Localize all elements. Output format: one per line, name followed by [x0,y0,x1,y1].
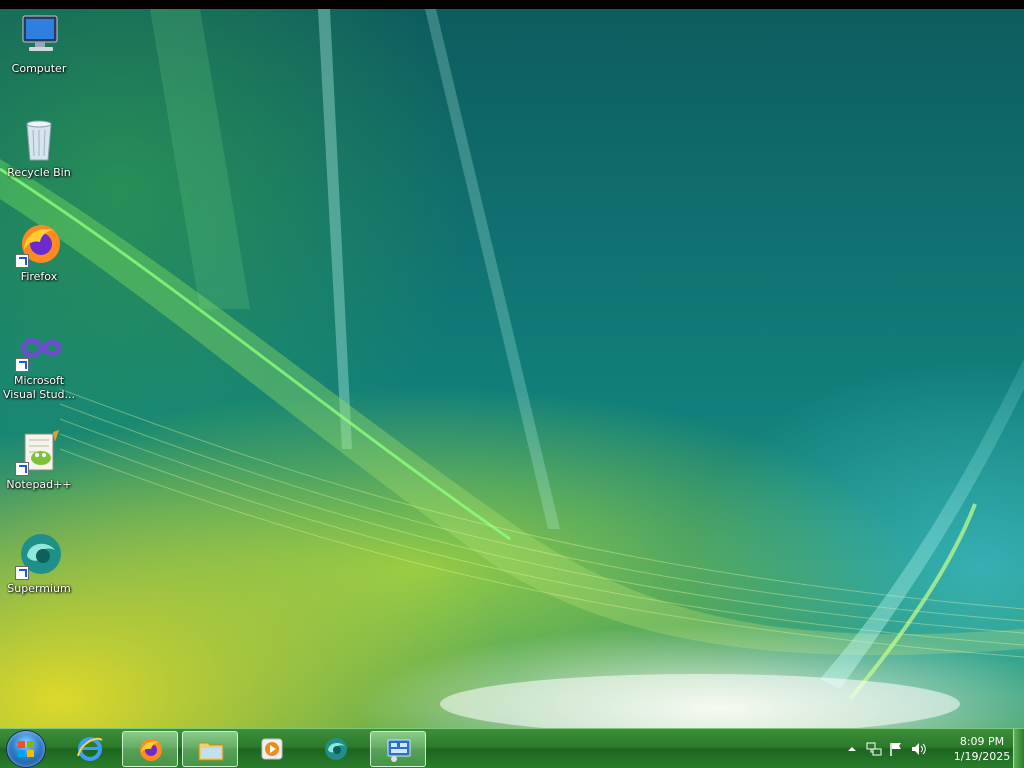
wallpaper-streaks [0,9,1024,728]
clock-time: 8:09 PM [959,735,1005,748]
visual-studio-icon [15,324,63,372]
desktop-icon-label: Computer [11,62,67,75]
show-hidden-icons-arrow[interactable] [844,741,860,757]
computer-icon [15,12,63,60]
firefox-icon [140,739,162,761]
desktop-icon-recycle-bin[interactable]: Recycle Bin [0,116,78,180]
desktop-icon-label: Firefox [20,270,58,283]
action-center-flag-icon[interactable] [888,741,904,757]
shortcut-arrow-icon [15,254,29,268]
desktop-icon-label: Supermium [7,582,71,595]
supermium-icon [15,532,63,580]
taskbar-control-panel[interactable] [370,731,426,767]
show-desktop-button[interactable] [1013,729,1024,768]
file-explorer-icon [198,742,224,761]
network-icon[interactable] [866,741,882,757]
taskbar-firefox[interactable] [122,731,178,767]
taskbar-file-explorer[interactable] [182,731,238,767]
desktop-icon-label: Microsoft Visual Stud... [2,374,76,401]
desktop-icon-label: Notepad++ [6,478,72,491]
taskbar-media-player[interactable] [244,731,300,767]
shortcut-arrow-icon [15,358,29,372]
system-tray: 8:09 PM 1/19/2025 [844,729,1024,768]
control-panel-icon [387,739,411,762]
supermium-icon [325,738,347,760]
shortcut-arrow-icon [15,566,29,580]
taskbar-clock[interactable]: 8:09 PM 1/19/2025 [950,734,1014,764]
shortcut-arrow-icon [15,462,29,476]
volume-icon[interactable] [910,741,926,757]
desktop-icon-computer[interactable]: Computer [0,12,78,76]
media-player-icon [261,738,283,760]
internet-explorer-icon [77,737,103,761]
taskbar: 8:09 PM 1/19/2025 [0,728,1024,768]
firefox-icon [15,220,63,268]
desktop-icon-visual-studio[interactable]: Microsoft Visual Stud... [0,324,78,402]
notepad-plus-plus-icon [15,428,63,476]
desktop-wallpaper: Computer Recycle Bin Firefox Microsoft V… [0,9,1024,728]
taskbar-internet-explorer[interactable] [62,731,118,767]
desktop-icon-label: Recycle Bin [7,166,71,179]
start-orb-icon [18,741,34,757]
start-button[interactable] [7,731,45,767]
clock-date: 1/19/2025 [953,750,1011,763]
recycle-bin-icon [15,116,63,164]
desktop-icon-notepad-plus-plus[interactable]: Notepad++ [0,428,78,492]
desktop-icon-supermium[interactable]: Supermium [0,532,78,596]
taskbar-supermium[interactable] [308,731,364,767]
desktop-icon-firefox[interactable]: Firefox [0,220,78,284]
